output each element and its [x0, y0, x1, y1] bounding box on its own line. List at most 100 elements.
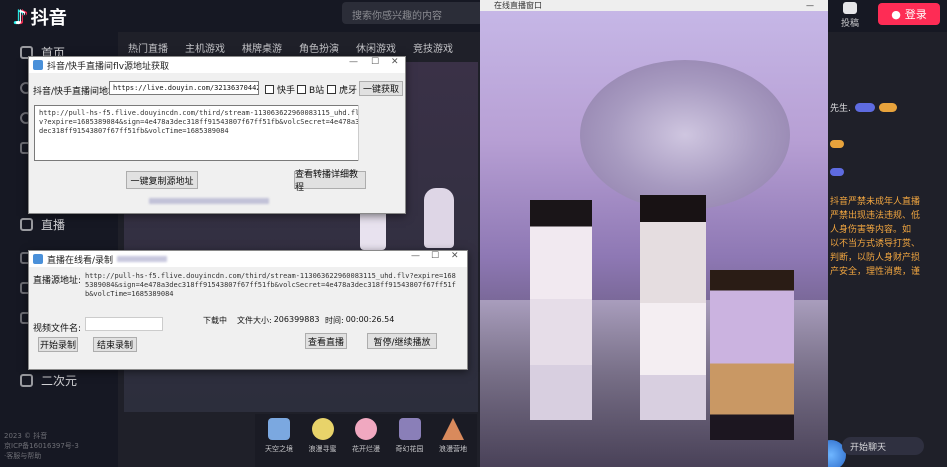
video-window-title: 在线直播窗口: [494, 1, 542, 10]
flower-icon: [311, 418, 334, 440]
close-icon[interactable]: ✕: [451, 251, 459, 261]
minimize-icon[interactable]: —: [411, 251, 420, 261]
blurred-text: [117, 256, 168, 262]
minimize-icon[interactable]: —: [349, 57, 358, 67]
bilibili-checkbox[interactable]: B站: [297, 83, 324, 96]
checkbox-box: [265, 85, 274, 94]
dialog-titlebar: 直播在线看/录制 — ☐ ✕: [29, 251, 467, 267]
upload-button[interactable]: 投稿: [837, 2, 863, 29]
filename-input[interactable]: [85, 317, 163, 331]
fan-badge: [830, 140, 844, 148]
sidebar-item-label: 二次元: [41, 374, 78, 388]
copy-url-button[interactable]: 一键复制源地址: [126, 171, 198, 189]
video-backdrop-shape: [580, 60, 790, 210]
gift-item[interactable]: 花开烂漫: [346, 418, 386, 464]
start-chat-input[interactable]: 开始聊天: [842, 437, 924, 455]
gift-label: 浪漫营地: [439, 445, 467, 453]
flv-source-dialog: 抖音/快手直播间flv源地址获取 — ☐ ✕ 抖音/快手直播间地址: https…: [28, 56, 406, 214]
view-live-button[interactable]: 查看直播: [305, 333, 347, 349]
tab-console-games[interactable]: 主机游戏: [185, 40, 225, 55]
upload-icon: [843, 2, 857, 14]
filename-label: 视频文件名:: [33, 324, 82, 334]
dialog-title: 抖音/快手直播间flv源地址获取: [47, 61, 170, 72]
stop-record-button[interactable]: 结束录制: [93, 337, 137, 352]
download-status: 下载中: [203, 316, 227, 325]
search-input[interactable]: 搜索你感兴趣的内容: [342, 2, 484, 24]
app-icon: [33, 254, 43, 264]
chat-username[interactable]: 先生.: [830, 101, 851, 114]
login-button[interactable]: ● 登录: [878, 3, 940, 25]
upload-label: 投稿: [840, 19, 859, 29]
gift-label: 天空之境: [265, 445, 293, 453]
streamer-left: [530, 200, 592, 420]
gift-list: 天空之境 浪漫寻蜜 花开烂漫 奇幻花园 浪漫营地: [259, 418, 473, 464]
checkbox-label: B站: [309, 86, 325, 96]
footer-copyright: 2023 © 抖音: [4, 432, 48, 440]
streamer-center: [640, 195, 706, 420]
blossom-icon: [355, 418, 377, 440]
tent-icon: [442, 418, 464, 440]
user-icon: ●: [891, 7, 901, 21]
sidebar-item-anime[interactable]: 二次元: [20, 372, 77, 389]
tab-competitive-games[interactable]: 竞技游戏: [413, 40, 453, 55]
pause-resume-button[interactable]: 暂停/继续播放: [367, 333, 437, 349]
huya-checkbox[interactable]: 虎牙: [327, 83, 357, 96]
platform-notice: 抖音严禁未成年人直播 严禁出现违法违规、低 人身伤害等内容。如 以不当方式诱导打…: [830, 197, 921, 277]
gift-label: 浪漫寻蜜: [308, 445, 337, 453]
gift-item[interactable]: 天空之境: [259, 418, 299, 464]
blurred-text: [149, 198, 269, 204]
checkbox-label: 快手: [277, 86, 296, 96]
live-record-dialog: 直播在线看/录制 — ☐ ✕ 直播源地址: http://pull-hs-f5.…: [28, 250, 468, 370]
dialog-title: 直播在线看/录制: [47, 255, 114, 266]
footer-icp[interactable]: 京ICP备16016397号-3: [4, 442, 79, 451]
sidebar-item-label: 直播: [41, 218, 66, 232]
live-icon: [20, 218, 33, 231]
tab-hot-live[interactable]: 热门直播: [128, 40, 168, 55]
tab-casual-games[interactable]: 休闲游戏: [356, 40, 396, 55]
app-logo[interactable]: ♪ 抖音: [14, 4, 67, 30]
tutorial-button[interactable]: 查看转播详细教程: [294, 170, 366, 193]
source-label: 直播源地址:: [33, 276, 82, 286]
level-badge: [830, 168, 844, 176]
checkbox-box: [327, 85, 336, 94]
level-badge: [854, 103, 875, 112]
gift-item[interactable]: 浪漫营地: [433, 418, 473, 464]
url-label: 抖音/快手直播间地址:: [33, 87, 121, 97]
kuaishou-checkbox[interactable]: 快手: [265, 83, 295, 96]
close-icon[interactable]: ✕: [391, 57, 399, 67]
gift-label: 花开烂漫: [352, 445, 380, 453]
file-size-value: 206399883: [273, 315, 320, 324]
sky-mirror-icon: [268, 418, 290, 440]
gift-label: 奇幻花园: [395, 445, 424, 453]
source-url-textarea[interactable]: http://pull-hs-f5.flive.douyincdn.com/th…: [81, 269, 463, 307]
minimize-icon[interactable]: —: [806, 1, 814, 10]
file-size-label: 文件大小:: [237, 316, 272, 325]
file-size: 文件大小: 206399883: [237, 315, 320, 326]
fetch-button[interactable]: 一键获取: [359, 81, 403, 96]
maximize-icon[interactable]: ☐: [431, 251, 439, 261]
start-record-button[interactable]: 开始录制: [38, 337, 78, 352]
gift-item[interactable]: 浪漫寻蜜: [303, 418, 343, 464]
app-name: 抖音: [30, 8, 67, 29]
douyin-note-icon: ♪: [14, 5, 27, 29]
streamer-right: [710, 270, 794, 440]
room-url-input[interactable]: https://live.douyin.com/32136370442: [109, 81, 259, 95]
sidebar-item-live[interactable]: 直播: [20, 216, 65, 233]
checkbox-label: 虎牙: [339, 86, 358, 96]
time-label: 时间:: [325, 316, 344, 325]
dialog-titlebar: 抖音/快手直播间flv源地址获取 — ☐ ✕: [29, 57, 405, 73]
garden-icon: [398, 418, 421, 440]
maximize-icon[interactable]: ☐: [371, 57, 379, 67]
live-video-window[interactable]: [480, 0, 828, 467]
tab-rpg[interactable]: 角色扮演: [299, 40, 339, 55]
anime-icon: [20, 374, 33, 387]
gift-item[interactable]: 奇幻花园: [390, 418, 430, 464]
scrollbar[interactable]: [358, 105, 368, 161]
checkbox-box: [297, 85, 306, 94]
tab-board-games[interactable]: 棋牌桌游: [242, 40, 282, 55]
login-label: 登录: [904, 8, 927, 21]
app-icon: [33, 60, 43, 70]
flv-result-textarea[interactable]: http://pull-hs-f5.flive.douyincdn.com/th…: [34, 105, 368, 161]
preview-streamer: [424, 188, 454, 248]
footer-help[interactable]: ·客服与帮助: [4, 452, 41, 461]
